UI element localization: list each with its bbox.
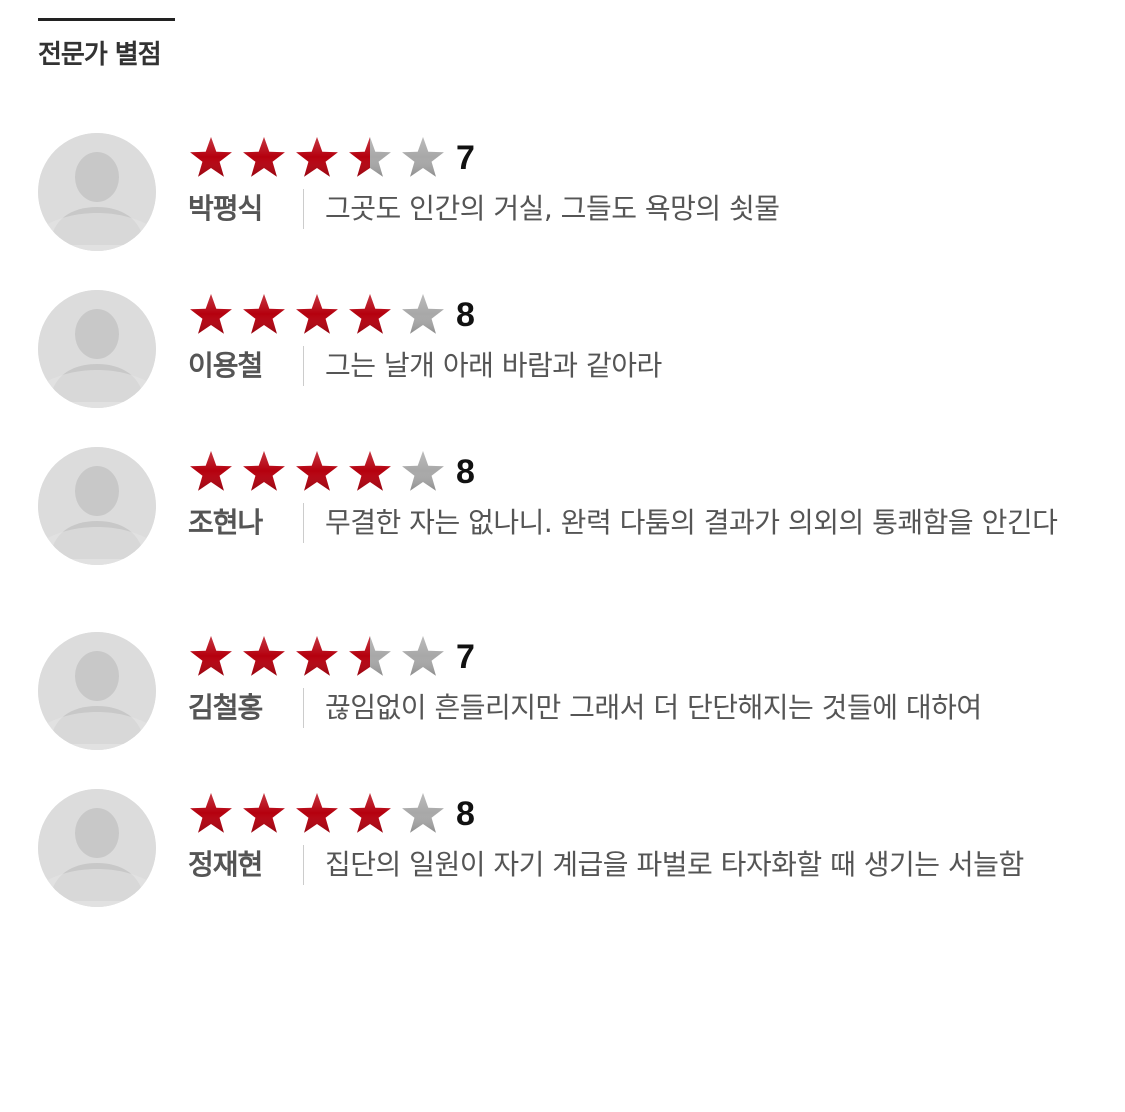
star-filled-icon (296, 451, 338, 491)
review-body: 8 정재현 집단의 일원이 자기 계급을 파벌로 타자화할 때 생기는 서늘함 (188, 789, 1123, 885)
star-rating (188, 293, 453, 337)
review-body: 7 김철홍 끊임없이 흔들리지만 그래서 더 단단해지는 것들에 대하여 (188, 632, 1123, 728)
review-item: 7 박평식 그곳도 인간의 거실, 그들도 욕망의 쇳물 (38, 133, 1123, 290)
star-filled-icon (190, 636, 232, 676)
star-filled-icon (243, 636, 285, 676)
review-comment: 끊임없이 흔들리지만 그래서 더 단단해지는 것들에 대하여 (325, 691, 982, 724)
comment-row: 조현나 무결한 자는 없나니. 완력 다툼의 결과가 의외의 통쾌함을 안긴다 (188, 503, 1123, 543)
avatar-icon (38, 447, 156, 565)
rating-row: 8 (188, 449, 1123, 495)
star-empty-icon (402, 451, 444, 491)
star-rating (188, 450, 453, 494)
star-empty-icon (402, 294, 444, 334)
divider (303, 503, 304, 543)
star-filled-icon (243, 451, 285, 491)
review-body: 8 조현나 무결한 자는 없나니. 완력 다툼의 결과가 의외의 통쾌함을 안긴… (188, 447, 1123, 543)
avatar-icon (38, 133, 156, 251)
review-comment: 그는 날개 아래 바람과 같아라 (325, 349, 662, 382)
rating-row: 7 (188, 634, 1123, 680)
review-comment: 집단의 일원이 자기 계급을 파벌로 타자화할 때 생기는 서늘함 (325, 848, 1024, 881)
user-silhouette-icon (38, 447, 156, 565)
star-filled-icon (243, 793, 285, 833)
review-item: 7 김철홍 끊임없이 흔들리지만 그래서 더 단단해지는 것들에 대하여 (38, 632, 1123, 789)
star-empty-icon (402, 636, 444, 676)
critic-name: 김철홍 (188, 691, 263, 724)
star-empty-icon (402, 137, 444, 177)
star-half-icon (349, 636, 391, 676)
avatar-icon (38, 632, 156, 750)
star-filled-icon (349, 294, 391, 334)
divider (303, 845, 304, 885)
review-body: 7 박평식 그곳도 인간의 거실, 그들도 욕망의 쇳물 (188, 133, 1123, 229)
star-rating (188, 792, 453, 836)
rating-score: 7 (456, 638, 475, 676)
critic-name: 정재현 (188, 848, 263, 881)
rating-row: 8 (188, 791, 1123, 837)
critic-name: 조현나 (188, 506, 263, 539)
rating-row: 7 (188, 135, 1123, 181)
critic-name: 이용철 (188, 349, 263, 382)
critic-name: 박평식 (188, 192, 263, 225)
star-filled-icon (296, 294, 338, 334)
avatar-icon (38, 290, 156, 408)
review-list: 7 박평식 그곳도 인간의 거실, 그들도 욕망의 쇳물 8 이용철 그는 날개… (38, 133, 1123, 949)
comment-row: 김철홍 끊임없이 흔들리지만 그래서 더 단단해지는 것들에 대하여 (188, 688, 1123, 728)
star-filled-icon (190, 793, 232, 833)
star-filled-icon (296, 636, 338, 676)
rating-score: 8 (456, 795, 475, 833)
star-half-icon (349, 137, 391, 177)
star-filled-icon (296, 793, 338, 833)
comment-row: 정재현 집단의 일원이 자기 계급을 파벌로 타자화할 때 생기는 서늘함 (188, 845, 1123, 885)
expert-rating-section: 전문가 별점 (38, 18, 1118, 73)
user-silhouette-icon (38, 789, 156, 907)
comment-row: 박평식 그곳도 인간의 거실, 그들도 욕망의 쇳물 (188, 189, 1123, 229)
review-item: 8 정재현 집단의 일원이 자기 계급을 파벌로 타자화할 때 생기는 서늘함 (38, 789, 1123, 949)
review-item: 8 조현나 무결한 자는 없나니. 완력 다툼의 결과가 의외의 통쾌함을 안긴… (38, 447, 1123, 632)
star-filled-icon (296, 137, 338, 177)
avatar-icon (38, 789, 156, 907)
divider (303, 688, 304, 728)
user-silhouette-icon (38, 133, 156, 251)
review-comment: 그곳도 인간의 거실, 그들도 욕망의 쇳물 (325, 192, 780, 225)
star-filled-icon (243, 137, 285, 177)
star-rating (188, 136, 453, 180)
star-rating (188, 635, 453, 679)
star-filled-icon (243, 294, 285, 334)
rating-score: 8 (456, 296, 475, 334)
star-empty-icon (402, 793, 444, 833)
user-silhouette-icon (38, 290, 156, 408)
review-comment: 무결한 자는 없나니. 완력 다툼의 결과가 의외의 통쾌함을 안긴다 (325, 506, 1058, 539)
comment-row: 이용철 그는 날개 아래 바람과 같아라 (188, 346, 1123, 386)
review-item: 8 이용철 그는 날개 아래 바람과 같아라 (38, 290, 1123, 447)
section-title: 전문가 별점 (38, 40, 162, 70)
rating-row: 8 (188, 292, 1123, 338)
rating-score: 7 (456, 139, 475, 177)
star-filled-icon (349, 451, 391, 491)
star-filled-icon (190, 294, 232, 334)
star-filled-icon (349, 793, 391, 833)
user-silhouette-icon (38, 632, 156, 750)
divider (303, 189, 304, 229)
review-body: 8 이용철 그는 날개 아래 바람과 같아라 (188, 290, 1123, 386)
star-filled-icon (190, 137, 232, 177)
section-title-bar (38, 18, 175, 21)
star-filled-icon (190, 451, 232, 491)
divider (303, 346, 304, 386)
rating-score: 8 (456, 453, 475, 491)
